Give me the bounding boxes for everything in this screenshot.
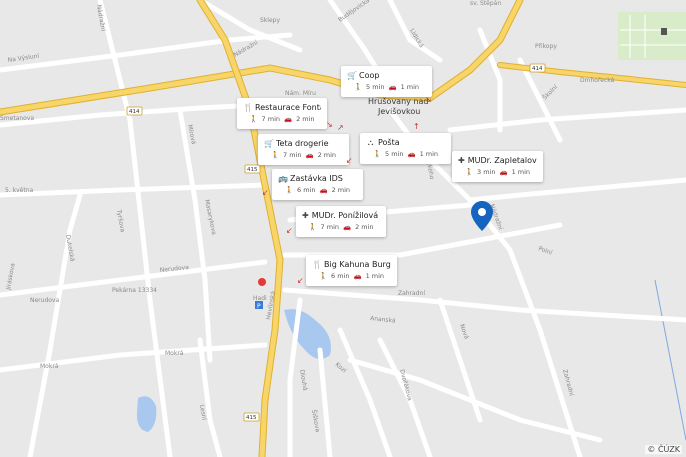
poi-card-big-kahuna-burger[interactable]: 🍴Big Kahuna Burger 🚶6 min🚗1 min	[306, 255, 397, 286]
direction-arrow-icon: ↗	[337, 123, 344, 132]
poi-card-coop[interactable]: 🛒 Coop 🚶 5 min 🚗 1 min	[341, 66, 432, 97]
car-icon: 🚗	[407, 150, 416, 158]
walk-icon: 🚶	[270, 151, 280, 159]
walk-time: 5 min	[385, 150, 404, 158]
svg-text:414: 414	[532, 66, 543, 72]
poi-title: MUDr. Zapletalov...	[467, 156, 537, 165]
street-label: Přikopy	[535, 43, 557, 50]
poi-card-zastavka-ids[interactable]: 🚌 Zastávka IDS 🚶 6 min 🚗 2 min	[272, 169, 363, 200]
street-label: Hadi	[253, 295, 267, 302]
walk-time: 7 min	[283, 151, 302, 159]
street-label: Mokrá	[40, 363, 59, 370]
direction-arrow-icon: ↙	[297, 276, 304, 285]
svg-text:415: 415	[246, 415, 257, 421]
poi-title: Coop	[359, 71, 380, 80]
direction-arrow-icon: ↙	[262, 188, 269, 197]
drive-time: 1 min	[511, 168, 531, 176]
poi-title: MUDr. Poníži­lová ...	[311, 211, 380, 220]
car-icon: 🚗	[388, 83, 397, 91]
road-number-shield: 415	[243, 412, 260, 422]
poi-card-teta-drogerie[interactable]: 🛒 Teta drogerie 🚶 7 min 🚗 2 min	[258, 134, 349, 165]
road-number-shield: 415	[244, 164, 261, 174]
drive-time: 1 min	[365, 272, 385, 280]
medical-icon: ✚	[302, 211, 309, 220]
walk-icon: 🚶	[284, 186, 294, 194]
poi-title: Big Kahuna Burger	[324, 260, 391, 269]
map-copyright: © ČÚZK	[645, 445, 682, 454]
direction-arrow-icon: ↙	[286, 226, 293, 235]
svg-text:415: 415	[247, 167, 258, 173]
street-label: sv. Štěpán	[470, 0, 501, 7]
street-label: Dmhořecká	[580, 77, 615, 84]
poi-card-restaurace[interactable]: 🍴Restaurace Fonta... 🚶7 min 🚗2 min	[237, 98, 327, 129]
landmark-icon	[258, 278, 266, 286]
car-icon: 🚗	[284, 115, 293, 123]
direction-arrow-icon: ↑	[413, 122, 420, 131]
poi-title: Pošta	[378, 138, 400, 147]
walk-time: 7 min	[261, 115, 280, 123]
poi-card-mudr-zapletalova[interactable]: ✚ MUDr. Zapletalov... 🚶 3 min 🚗 1 min	[452, 151, 543, 182]
street-label: Smetanova	[0, 115, 34, 122]
walk-time: 7 min	[320, 223, 339, 231]
street-label: Zahradní	[398, 290, 425, 297]
walk-time: 3 min	[477, 168, 496, 176]
drive-time: 2 min	[331, 186, 351, 194]
church-icon	[661, 28, 667, 35]
direction-arrow-icon: ↙	[346, 156, 353, 165]
walk-time: 6 min	[331, 272, 350, 280]
poi-title: Restaurace Fonta...	[255, 103, 321, 112]
walk-icon: 🚶	[249, 115, 258, 123]
car-icon: 🚗	[499, 168, 508, 176]
svg-text:414: 414	[129, 109, 140, 115]
park-area	[618, 12, 686, 60]
poi-card-posta[interactable]: ⛬ Pošta 🚶 5 min 🚗 1 min	[360, 133, 451, 164]
walk-time: 5 min	[366, 83, 385, 91]
road-number-shield: 414	[126, 106, 143, 116]
cart-icon: 🛒	[347, 71, 357, 80]
bus-icon: 🚌	[278, 174, 288, 183]
location-pin-icon[interactable]	[471, 201, 493, 231]
restaurant-icon: 🍴	[312, 260, 322, 269]
medical-icon: ✚	[458, 156, 465, 165]
walk-icon: 🚶	[353, 83, 363, 91]
car-icon: 🚗	[319, 186, 328, 194]
street-label: 5. května	[5, 187, 34, 194]
street-label: Nerudova	[30, 297, 59, 304]
post-icon: ⛬	[367, 138, 374, 147]
cart-icon: 🛒	[264, 139, 274, 148]
svg-text:P: P	[257, 303, 261, 310]
walk-icon: 🚶	[318, 272, 328, 280]
drive-time: 2 min	[317, 151, 337, 159]
walk-icon: 🚶	[464, 168, 474, 176]
poi-title: Zastávka IDS	[290, 174, 343, 183]
drive-time: 2 min	[355, 223, 374, 231]
restaurant-icon: 🍴	[243, 103, 253, 112]
walk-icon: 🚶	[372, 150, 382, 158]
walk-icon: 🚶	[308, 223, 317, 231]
walk-time: 6 min	[297, 186, 316, 194]
street-label: Pekárna 13334	[112, 287, 157, 294]
poi-title: Teta drogerie	[276, 139, 329, 148]
drive-time: 2 min	[296, 115, 315, 123]
drive-time: 1 min	[419, 150, 439, 158]
direction-arrow-icon: ↘	[425, 95, 432, 104]
car-icon: 🚗	[343, 223, 352, 231]
car-icon: 🚗	[305, 151, 314, 159]
street-label: Mokrá	[165, 350, 184, 357]
direction-arrow-icon: ↘	[326, 120, 333, 129]
poi-card-mudr-ponizilova[interactable]: ✚MUDr. Poníži­lová ... 🚶7 min 🚗2 min	[296, 206, 386, 237]
street-label: Nám. Míru	[285, 90, 316, 97]
street-label: Sklepy	[260, 17, 280, 24]
road-number-shield: 414	[529, 63, 546, 73]
drive-time: 1 min	[400, 83, 420, 91]
car-icon: 🚗	[353, 272, 362, 280]
